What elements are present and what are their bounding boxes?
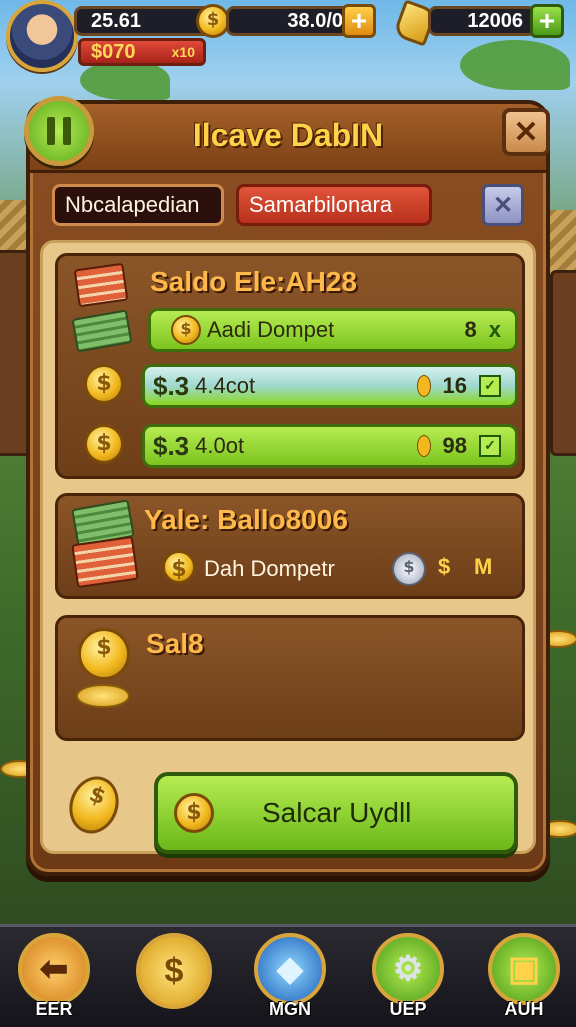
top-hud: 25.61 $070 x10 38.0/0 + 12006 +: [0, 0, 576, 72]
offer-price: $.3: [153, 370, 190, 401]
wallet-row-label: Aadi Dompet: [207, 317, 335, 342]
crystal-icon: ◆: [254, 933, 326, 1005]
add-gems-button[interactable]: +: [530, 4, 564, 38]
cash-stack-icon: [71, 309, 133, 353]
player-avatar[interactable]: [6, 0, 78, 72]
offer-amount: 4.0ot: [195, 433, 245, 458]
tab-second[interactable]: Samarbilonara: [236, 184, 432, 226]
wallet-panel: Ilcave DabIN ✕ Nbcalapedian Samarbilonar…: [24, 96, 550, 876]
coin-icon: [174, 793, 214, 833]
suffix-m: M: [474, 554, 493, 579]
gear-icon: ⚙: [372, 933, 444, 1005]
balance-title: Saldo Ele:AH28: [150, 266, 357, 297]
nav-back[interactable]: ⬅ EER: [14, 933, 94, 1023]
wallet-label: Dah Dompetr: [204, 556, 335, 581]
offer-checkbox[interactable]: ✓: [479, 375, 501, 397]
offer-value: 98: [442, 433, 467, 458]
balance-section: Saldo Ele:AH28 Aadi Dompet 8 x $.3 4.4co…: [55, 253, 525, 479]
pause-bar-icon: [47, 117, 55, 145]
nav-settings[interactable]: ⚙ UEP: [368, 933, 448, 1023]
nav-crystal[interactable]: ◆ MGN: [250, 933, 330, 1023]
sale-title: Sal8: [146, 628, 204, 659]
coin-icon: [84, 424, 124, 464]
back-arrow-icon: ⬅: [18, 933, 90, 1005]
hut-wall: [550, 270, 576, 456]
offer-row[interactable]: $.3 4.4cot 16 ✓: [142, 364, 518, 408]
coin-value: 38.0/0: [287, 9, 343, 32]
coin-icon: [196, 4, 230, 38]
gem-bar: 12006: [428, 6, 536, 36]
ledger-books-icon: [73, 262, 129, 308]
cash-bundle-icon: [71, 535, 139, 589]
red-currency-bar: $070 x10: [78, 38, 206, 66]
nav-settings-label: UEP: [389, 999, 427, 1019]
offer-values: 16 ✓: [416, 373, 501, 399]
panel-content: Saldo Ele:AH28 Aadi Dompet 8 x $.3 4.4co…: [40, 240, 536, 854]
nav-crystal-label: MGN: [269, 999, 311, 1019]
dollar-coin-icon: $: [136, 933, 212, 1009]
silver-coin-icon: [392, 552, 426, 586]
offer-checkbox[interactable]: ✓: [479, 435, 501, 457]
coin-drop-icon: [416, 435, 431, 457]
wallet-row-mark: x: [488, 317, 501, 342]
value-section: Yale: Ballo8006 Dah Dompetr $ M: [55, 493, 525, 599]
offer-value: 16: [442, 373, 467, 398]
tab-first[interactable]: Nbcalapedian: [52, 184, 224, 226]
bottom-nav: ⬅ EER $ ◆ MGN ⚙ UEP ▣ AUH: [0, 924, 576, 1027]
offer-price: $.3: [153, 430, 190, 461]
suffix-dollar: $: [438, 554, 451, 579]
nav-coins[interactable]: $: [132, 933, 212, 1023]
pause-button[interactable]: [24, 96, 94, 166]
withdraw-button-label: Salcar Uydll: [262, 797, 412, 828]
nav-back-label: EER: [35, 999, 73, 1019]
panel-title-bar: Ilcave DabIN: [30, 104, 546, 173]
gold-pile-icon: [76, 684, 130, 708]
offer-row[interactable]: $.3 4.0ot 98 ✓: [142, 424, 518, 468]
coin-bar: 38.0/0: [226, 6, 356, 36]
coin-icon: [84, 364, 124, 404]
coin-drop-icon: [416, 375, 431, 397]
add-coins-button[interactable]: +: [342, 4, 376, 38]
withdraw-button[interactable]: Salcar Uydll: [154, 772, 518, 854]
wallet-row-value: 8: [464, 317, 477, 342]
coin-icon: [78, 628, 130, 680]
close-button[interactable]: ✕: [502, 108, 550, 156]
wallet-row[interactable]: Aadi Dompet 8 x: [148, 308, 518, 352]
gem-value: 12006: [467, 9, 523, 32]
coin-icon: [162, 550, 196, 584]
stat-bar: 25.61: [74, 6, 214, 36]
panel-title: Ilcave DabIN: [192, 117, 384, 153]
coin-icon: [171, 315, 201, 345]
clear-tab-button[interactable]: ✕: [482, 184, 524, 226]
value-title: Yale: Ballo8006: [144, 504, 348, 535]
sale-section: Sal8: [55, 615, 525, 741]
red-currency-value: $070: [91, 40, 136, 63]
nav-chest[interactable]: ▣ AUH: [484, 933, 564, 1023]
nav-chest-label: AUH: [504, 999, 544, 1019]
offer-values: 98 ✓: [416, 433, 501, 459]
offer-amount: 4.4cot: [195, 373, 256, 398]
wallet-row-values: 8 x: [465, 317, 502, 343]
red-currency-multiplier: x10: [171, 44, 195, 60]
stat-value: 25.61: [91, 9, 142, 32]
pause-bar-icon: [63, 117, 71, 145]
treasure-chest-icon: ▣: [488, 933, 560, 1005]
